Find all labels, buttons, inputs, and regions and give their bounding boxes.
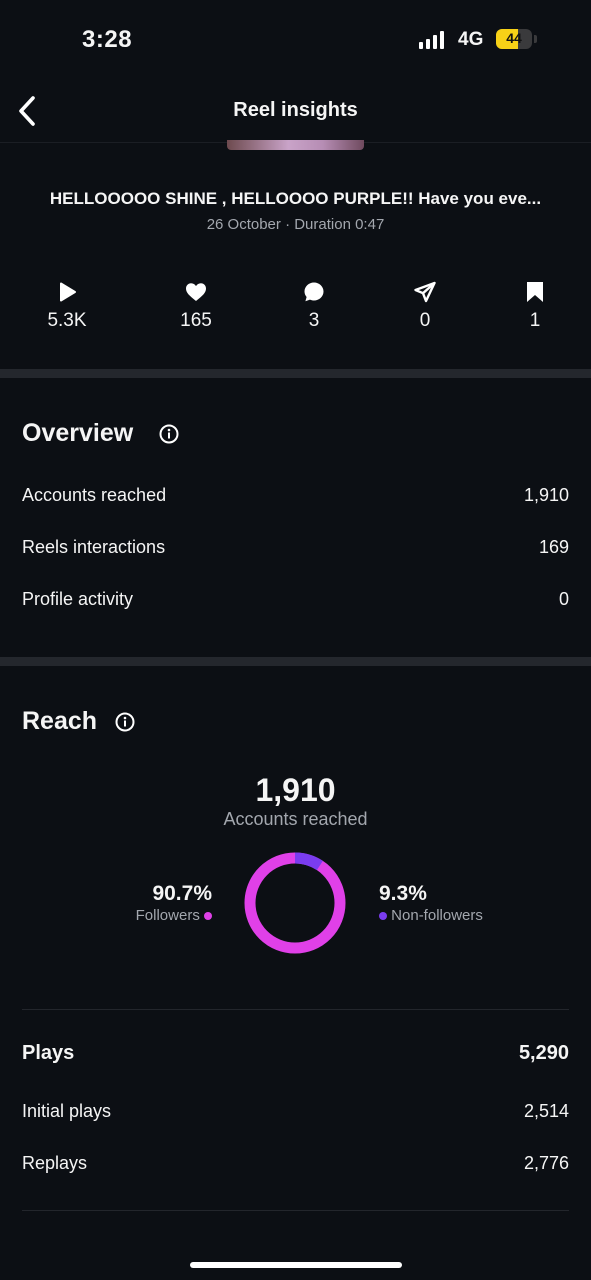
stat-comments: 3 (269, 280, 359, 332)
overview-row-value: 0 (558, 589, 569, 609)
stat-shares-value: 0 (419, 310, 431, 331)
overview-title: Overview (22, 419, 134, 447)
play-icon (60, 282, 76, 302)
section-divider (0, 369, 591, 378)
plays-row-label: Replays (22, 1153, 88, 1173)
overview-row-label: Accounts reached (22, 485, 167, 505)
reel-caption: HELLOOOOO SHINE , HELLOOOO PURPLE!! Have… (49, 189, 542, 208)
overview-row-label: Reels interactions (22, 537, 166, 557)
reach-title: Reach (22, 707, 98, 735)
stat-saves-value: 1 (529, 310, 541, 331)
nonfollowers-dot (379, 912, 387, 921)
comment-icon (304, 282, 324, 302)
stat-plays: 5.3K (22, 280, 112, 332)
plays-divider (22, 1210, 569, 1211)
stat-likes: 165 (151, 280, 241, 332)
reach-total-label: Accounts reached (223, 809, 368, 829)
followers-dot (204, 912, 212, 921)
stat-saves: 1 (490, 280, 580, 332)
battery-tip (534, 35, 537, 43)
stat-likes-value: 165 (180, 310, 212, 331)
nonfollowers-percent: 9.3% (379, 882, 427, 905)
section-divider (0, 657, 591, 666)
heart-icon (186, 283, 206, 301)
reel-meta: 26 October · Duration 0:47 (206, 216, 385, 233)
network-type: 4G (458, 29, 484, 50)
home-indicator[interactable] (190, 1262, 402, 1268)
reach-divider (22, 1009, 569, 1010)
overview-row-value: 1,910 (523, 485, 569, 505)
overview-info-button[interactable] (159, 424, 179, 449)
bookmark-icon (527, 282, 543, 302)
followers-legend: Followers (90, 907, 212, 924)
battery-icon: 44 (496, 29, 532, 49)
plays-row-label: Initial plays (22, 1101, 112, 1121)
plays-title: Plays (22, 1042, 75, 1064)
overview-row-label: Profile activity (22, 589, 134, 609)
overview-row-value: 169 (538, 537, 569, 557)
reach-info-button[interactable] (115, 712, 135, 737)
nonfollowers-legend: Non-followers (379, 907, 483, 924)
reach-donut-chart (244, 852, 346, 954)
stat-shares: 0 (380, 280, 470, 332)
stat-plays-value: 5.3K (47, 310, 87, 331)
plays-total: 5,290 (518, 1042, 569, 1064)
info-icon (115, 712, 135, 732)
page-title: Reel insights (233, 99, 358, 121)
followers-percent: 90.7% (152, 882, 212, 905)
donut-followers-segment (244, 852, 346, 954)
followers-label: Followers (135, 907, 200, 924)
plays-row-value: 2,514 (523, 1101, 569, 1121)
plays-row-value: 2,776 (523, 1153, 569, 1173)
reach-total: 1,910 (255, 772, 336, 808)
nonfollowers-label: Non-followers (391, 907, 483, 924)
info-icon (159, 424, 179, 444)
stat-comments-value: 3 (308, 310, 320, 331)
send-icon (414, 281, 436, 303)
cellular-signal-icon (419, 31, 444, 49)
battery-level: 44 (506, 30, 522, 46)
reel-thumbnail[interactable] (227, 140, 364, 150)
status-time: 3:28 (82, 26, 133, 53)
